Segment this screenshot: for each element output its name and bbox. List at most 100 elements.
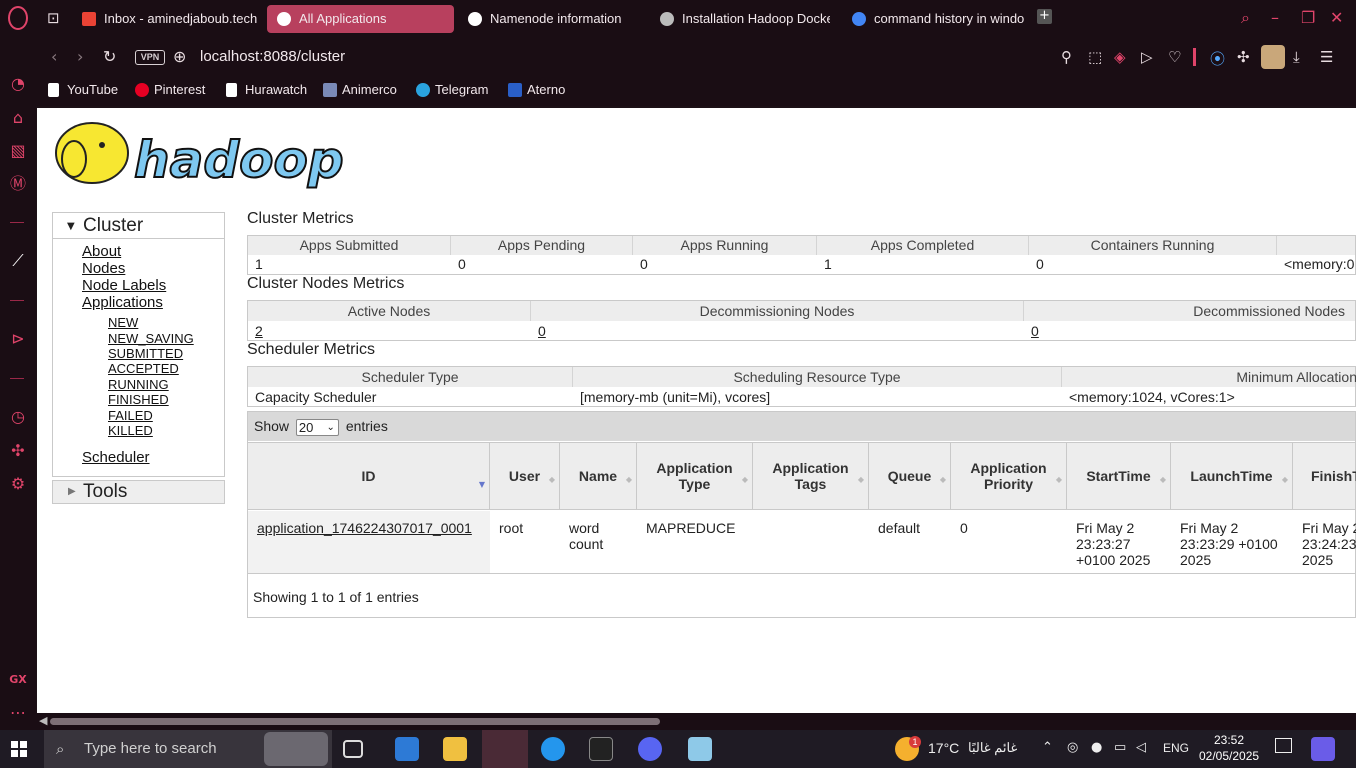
opera-gx-taskbar-icon[interactable] [482,730,528,768]
cluster-nav-header[interactable]: ▼ Cluster [53,213,224,239]
send-icon[interactable]: ▷ [1141,48,1153,66]
tab-search-icon[interactable]: ⊡ [47,9,60,27]
weather-text[interactable]: غائم غالبًا [968,740,1017,756]
copilot-icon[interactable] [1311,737,1335,761]
file-explorer-icon[interactable] [443,737,467,761]
cleaner-icon[interactable]: ⌂ [7,107,29,129]
column-header-queue[interactable]: Queue ◆ [869,443,951,509]
scroll-left-icon[interactable]: ◀ [39,714,47,727]
opera-logo-icon[interactable] [8,6,28,30]
snapshot-icon[interactable]: ⬚ [1088,48,1102,66]
tab-all-applications[interactable]: All Applications [267,5,454,33]
nav-state-accepted[interactable]: ACCEPTED [108,361,179,376]
bookmark-hurawatch[interactable]: Hurawatch [226,82,307,97]
column-header-application-priority[interactable]: Application Priority ◆ [951,443,1067,509]
vpn-badge[interactable]: VPN [135,50,165,65]
volume-icon[interactable]: ◁ [1136,740,1146,755]
download-icon[interactable]: ⤓ [1293,48,1300,66]
column-header-id[interactable]: ID ▼ [248,443,490,509]
bookmark-label: Telegram [435,82,489,97]
more-icon[interactable]: ⋯ [7,702,29,724]
back-icon[interactable]: ‹ [51,47,57,66]
bookmark-aternos[interactable]: Aterno [508,82,565,97]
taskbar-clock[interactable]: 23:52 02/05/2025 [1199,732,1259,764]
bookmark-pinterest[interactable]: Pinterest [135,82,205,97]
column-header-application-type[interactable]: Application Type ◆ [637,443,753,509]
column-header-finish-time[interactable]: FinishTime [1293,443,1356,509]
minimize-icon[interactable]: – [1271,8,1279,27]
show-hidden-icons-icon[interactable]: ⌃ [1042,740,1053,755]
taskbar-search-box[interactable]: ⌕ Type here to search [44,730,332,768]
active-nodes-link[interactable]: 2 [248,322,263,341]
nav-state-running[interactable]: RUNNING [108,377,169,392]
tools-icon[interactable]: ⟋ [7,250,29,272]
bookmark-animerco[interactable]: Animerco [323,82,397,97]
maximize-icon[interactable]: ❐ [1301,8,1315,27]
close-icon[interactable]: ✕ [1330,8,1343,27]
search-icon[interactable]: ⌕ [1241,8,1250,28]
nav-about-link[interactable]: About [82,243,121,260]
new-tab-icon[interactable]: + [1037,9,1052,24]
bookmark-youtube[interactable]: YouTube [48,82,118,97]
nav-state-killed[interactable]: KILLED [108,423,153,438]
nav-nodes-link[interactable]: Nodes [82,260,125,277]
url-field[interactable]: localhost:8088/cluster [200,48,345,65]
horizontal-scrollbar[interactable]: ◀ [36,713,1356,730]
nav-applications-link[interactable]: Applications [82,294,163,311]
tab-command-history[interactable]: command history in windo [842,5,1028,33]
tools-nav-header[interactable]: ▶ Tools [52,480,225,504]
wifi-icon[interactable]: ⦿ [1210,48,1225,69]
decommissioning-nodes-link[interactable]: 0 [531,322,546,341]
nav-state-finished[interactable]: FINISHED [108,392,169,407]
column-header-name[interactable]: Name ◆ [560,443,637,509]
column-header-user[interactable]: User ◆ [490,443,560,509]
weather-temp[interactable]: 17°C [928,740,959,756]
mail-icon[interactable]: Ⓜ [7,173,29,195]
microsoft-store-icon[interactable] [395,737,419,761]
column-header-launch-time[interactable]: LaunchTime ◆ [1171,443,1293,509]
scrollbar-thumb[interactable] [50,718,660,725]
site-info-icon[interactable]: ⊕ [173,47,186,66]
profile-avatar[interactable] [1261,45,1285,69]
tab-installation-hadoop[interactable]: Installation Hadoop Docke [650,5,830,33]
pocket-icon[interactable]: ◈ [1114,48,1126,66]
nav-state-new-saving[interactable]: NEW_SAVING [108,331,194,346]
camera-icon[interactable]: ◎ [1067,740,1078,755]
task-view-icon[interactable] [343,740,363,758]
tab-inbox[interactable]: Inbox - aminedjaboub.tech [72,5,262,33]
decommissioned-nodes-link[interactable]: 0 [1024,322,1039,341]
history-icon[interactable]: ◷ [7,406,29,428]
sidebar-separator [10,222,24,223]
entries-select[interactable]: 20 ⌄ [295,418,339,436]
nav-state-failed[interactable]: FAILED [108,408,153,423]
aria-icon[interactable]: ◔ [7,73,29,95]
extensions-icon[interactable]: ✣ [7,440,29,462]
column-header-application-tags[interactable]: Application Tags ◆ [753,443,869,509]
extension-icon[interactable]: ✣ [1237,48,1250,66]
tab-namenode[interactable]: Namenode information [458,5,645,33]
docker-icon[interactable] [541,737,565,761]
easy-setup-icon[interactable]: ☰ [1320,48,1333,66]
discord-icon[interactable] [638,737,662,761]
twitch-icon[interactable]: ▧ [7,140,29,162]
notifications-icon[interactable] [1275,738,1292,753]
terminal-icon[interactable] [589,737,613,761]
application-id-link[interactable]: application_1746224307017_0001 [248,511,490,573]
settings-icon[interactable]: ⚙ [7,473,29,495]
nav-state-new[interactable]: NEW [108,315,138,330]
pin-icon[interactable]: ⚲ [1061,48,1072,66]
nav-state-submitted[interactable]: SUBMITTED [108,346,183,361]
column-header-start-time[interactable]: StartTime ◆ [1067,443,1171,509]
heart-icon[interactable]: ♡ [1168,48,1181,66]
windows-start-icon[interactable] [11,741,27,757]
reload-icon[interactable]: ↻ [103,47,116,66]
forward-icon[interactable]: › [77,47,83,66]
microphone-icon[interactable]: ● [1091,740,1102,755]
player-icon[interactable]: ⊳ [7,328,29,350]
nav-scheduler-link[interactable]: Scheduler [82,449,150,466]
network-icon[interactable]: ▭ [1114,740,1126,755]
notepad-icon[interactable] [688,737,712,761]
nav-node-labels-link[interactable]: Node Labels [82,277,166,294]
language-indicator[interactable]: ENG [1163,741,1189,755]
bookmark-telegram[interactable]: Telegram [416,82,488,97]
